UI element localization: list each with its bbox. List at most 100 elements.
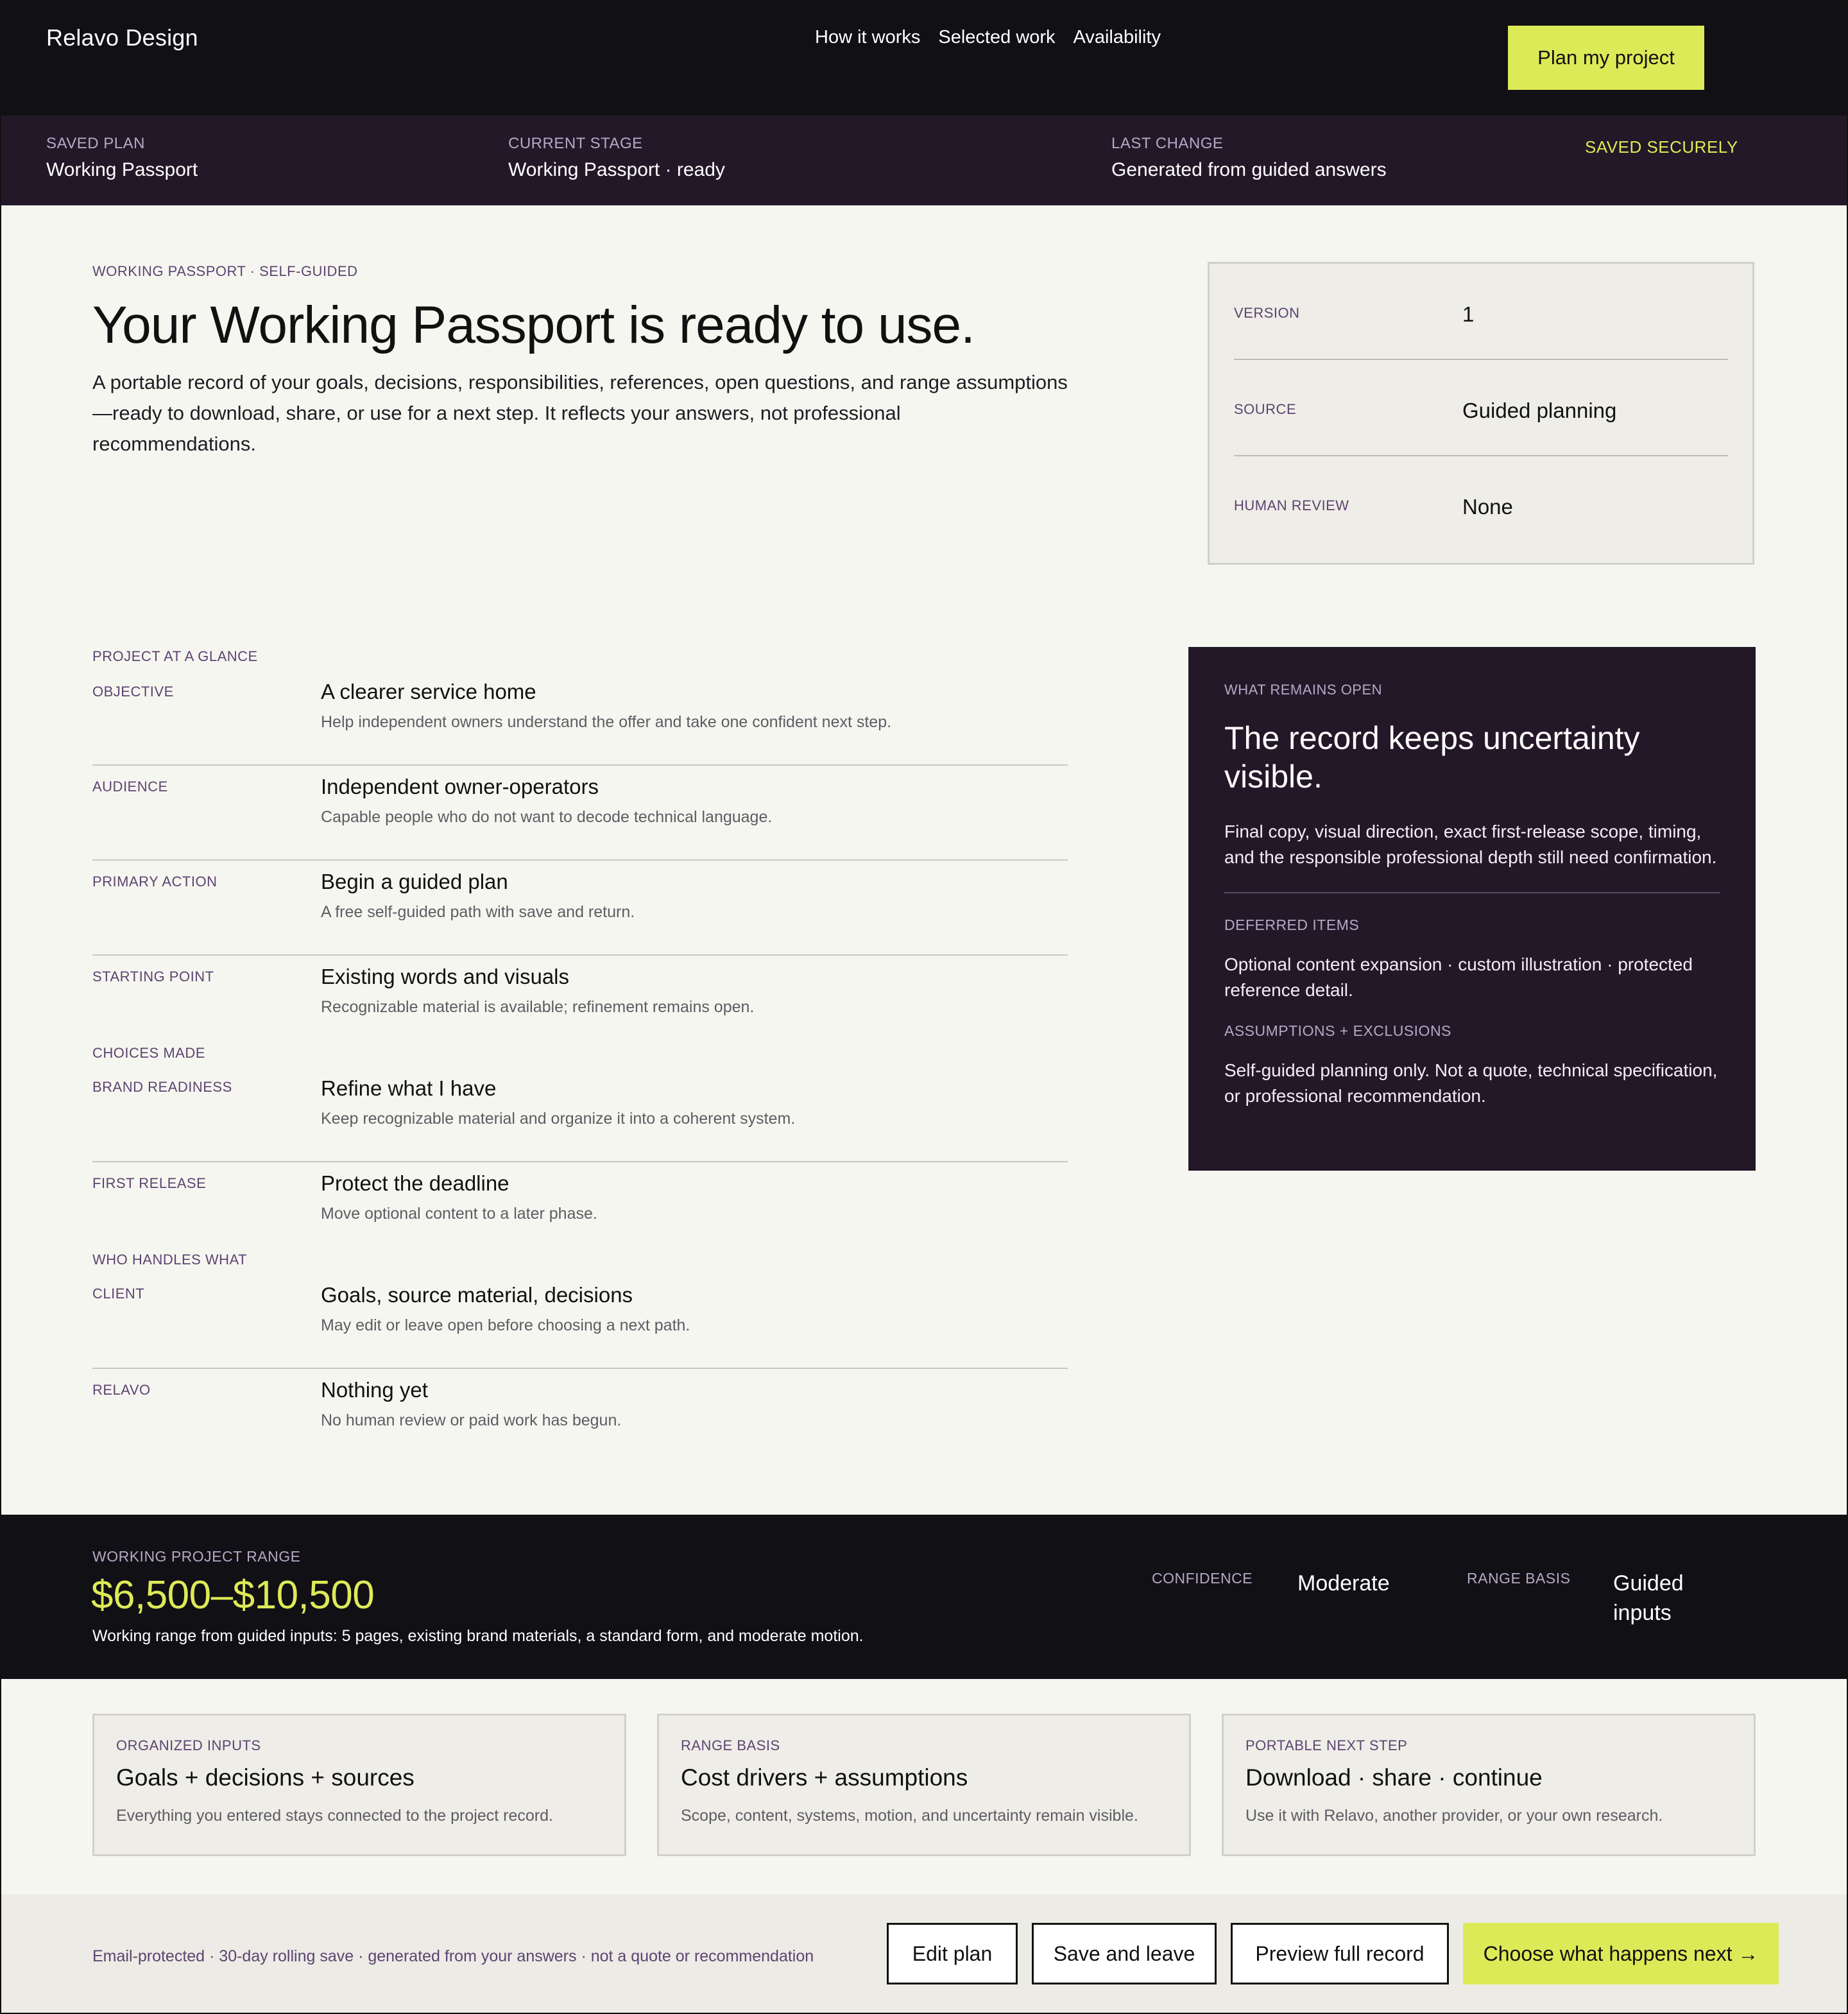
row-label: CLIENT [92,1286,145,1302]
row-label: STARTING POINT [92,968,214,985]
meta-value: Guided planning [1462,399,1617,422]
row-title: Nothing yet [321,1378,428,1402]
nav-link-selected-work[interactable]: Selected work [938,27,1055,48]
choices-made-label: CHOICES MADE [92,1045,205,1061]
card-eyebrow: RANGE BASIS [681,1737,780,1753]
deferred-items-label: DEFERRED ITEMS [1224,917,1360,933]
row-title: Existing words and visuals [321,965,570,988]
glance-row-objective: OBJECTIVE A clearer service home Help in… [92,671,1068,766]
row-title: Refine what I have [321,1076,497,1100]
glance-row-primary-action: PRIMARY ACTION Begin a guided plan A fre… [92,861,1068,956]
meta-row-source: SOURCE Guided planning [1234,360,1728,456]
row-title: Protect the deadline [321,1171,509,1195]
nav-link-how-it-works[interactable]: How it works [815,27,920,48]
row-label: AUDIENCE [92,779,168,795]
card-title: Goals + decisions + sources [116,1764,415,1791]
row-label: FIRST RELEASE [92,1175,207,1191]
intro-section: WORKING PASSPORT · SELF-GUIDED Your Work… [92,263,1068,460]
card-range-basis: RANGE BASIS Cost drivers + assumptions S… [657,1714,1191,1856]
row-title: Goals, source material, decisions [321,1283,633,1307]
meta-label: VERSION [1234,305,1300,321]
main-nav: How it works Selected work Availability [815,27,1161,48]
status-value: Generated from guided answers [1111,159,1387,180]
panel-divider [1224,892,1720,893]
assumptions-text: Self-guided planning only. Not a quote, … [1224,1060,1718,1106]
intro-eyebrow: WORKING PASSPORT · SELF-GUIDED [92,263,358,279]
row-title: Begin a guided plan [321,870,508,893]
card-eyebrow: ORGANIZED INPUTS [116,1737,261,1753]
meta-row-version: VERSION 1 [1234,264,1728,360]
status-label: LAST CHANGE [1111,135,1224,152]
status-value: Working Passport [46,159,198,180]
card-organized-inputs: ORGANIZED INPUTS Goals + decisions + sou… [92,1714,626,1856]
intro-description: A portable record of your goals, decisio… [92,371,1068,455]
who-handles-what-label: WHO HANDLES WHAT [92,1252,248,1268]
top-navigation-bar: Relavo Design How it works Selected work… [0,0,1848,116]
row-subtext: May edit or leave open before choosing a… [321,1316,690,1334]
card-subtext: Use it with Relavo, another provider, or… [1245,1807,1663,1825]
range-note: Working range from guided inputs: 5 page… [92,1627,864,1645]
edit-plan-button[interactable]: Edit plan [887,1923,1018,1984]
row-label: BRAND READINESS [92,1079,232,1095]
working-project-range: WORKING PROJECT RANGE $6,500–$10,500 Wor… [0,1515,1848,1679]
footer-action-bar: Email-protected · 30-day rolling save · … [0,1895,1848,2014]
card-title: Download · share · continue [1245,1764,1543,1791]
confidence-value: Moderate [1297,1571,1390,1596]
status-last-change: LAST CHANGE Generated from guided answer… [1111,135,1387,181]
row-title: Independent owner-operators [321,775,599,798]
meta-label: SOURCE [1234,401,1297,417]
meta-label: HUMAN REVIEW [1234,497,1349,513]
panel-title: The record keeps uncertainty visible. [1224,720,1640,795]
row-label: RELAVO [92,1382,151,1398]
card-subtext: Scope, content, systems, motion, and unc… [681,1807,1138,1825]
row-subtext: Move optional content to a later phase. [321,1205,597,1223]
plan-status-bar: SAVED PLAN Working Passport CURRENT STAG… [0,116,1848,205]
glance-row-relavo: RELAVO Nothing yet No human review or pa… [92,1369,1068,1459]
row-subtext: No human review or paid work has begun. [321,1411,622,1429]
glance-row-client: CLIENT Goals, source material, decisions… [92,1283,1068,1369]
card-subtext: Everything you entered stays connected t… [116,1807,553,1825]
nav-link-availability[interactable]: Availability [1074,27,1161,48]
row-subtext: A free self-guided path with save and re… [321,903,635,921]
saved-securely-badge: SAVED SECURELY [1585,137,1738,157]
assumptions-label: ASSUMPTIONS + EXCLUSIONS [1224,1022,1451,1039]
save-and-leave-button[interactable]: Save and leave [1032,1923,1217,1984]
deferred-items-text: Optional content expansion · custom illu… [1224,954,1693,1000]
row-label: OBJECTIVE [92,684,174,700]
row-subtext: Capable people who do not want to decode… [321,808,773,826]
what-remains-open-panel: WHAT REMAINS OPEN The record keeps uncer… [1188,647,1756,1171]
preview-full-record-button[interactable]: Preview full record [1231,1923,1449,1984]
status-saved-plan: SAVED PLAN Working Passport [46,135,198,181]
row-label: PRIMARY ACTION [92,874,218,890]
glance-row-brand-readiness: BRAND READINESS Refine what I have Keep … [92,1076,1068,1162]
footer-disclaimer: Email-protected · 30-day rolling save · … [92,1947,814,1965]
glance-row-audience: AUDIENCE Independent owner-operators Cap… [92,766,1068,861]
row-subtext: Recognizable material is available; refi… [321,998,755,1016]
range-value: $6,500–$10,500 [91,1573,375,1617]
meta-value: 1 [1462,302,1475,326]
status-current-stage: CURRENT STAGE Working Passport · ready [508,135,725,181]
range-label: WORKING PROJECT RANGE [92,1548,301,1565]
section-label: PROJECT AT A GLANCE [92,648,258,664]
status-label: CURRENT STAGE [508,135,643,152]
project-at-a-glance: PROJECT AT A GLANCE OBJECTIVE A clearer … [92,645,1068,1459]
range-basis-value: Guided inputs [1613,1571,1684,1625]
panel-description: Final copy, visual direction, exact firs… [1224,822,1717,867]
status-label: SAVED PLAN [46,135,145,152]
meta-row-human-review: HUMAN REVIEW None [1234,456,1728,553]
glance-row-starting-point: STARTING POINT Existing words and visual… [92,956,1068,1040]
record-meta-panel: VERSION 1 SOURCE Guided planning HUMAN R… [1208,262,1754,565]
panel-eyebrow: WHAT REMAINS OPEN [1224,682,1383,698]
row-subtext: Keep recognizable material and organize … [321,1110,796,1128]
choose-next-step-button[interactable]: Choose what happens next → [1463,1923,1779,1984]
plan-my-project-button[interactable]: Plan my project [1508,26,1704,90]
row-subtext: Help independent owners understand the o… [321,713,892,731]
brand-logo[interactable]: Relavo Design [46,24,198,51]
card-title: Cost drivers + assumptions [681,1764,968,1791]
card-eyebrow: PORTABLE NEXT STEP [1245,1737,1408,1753]
page-title: Your Working Passport is ready to use. [92,296,975,354]
confidence-label: CONFIDENCE [1152,1570,1253,1587]
row-title: A clearer service home [321,680,536,703]
meta-value: None [1462,495,1513,519]
range-basis-label: RANGE BASIS [1467,1570,1571,1587]
